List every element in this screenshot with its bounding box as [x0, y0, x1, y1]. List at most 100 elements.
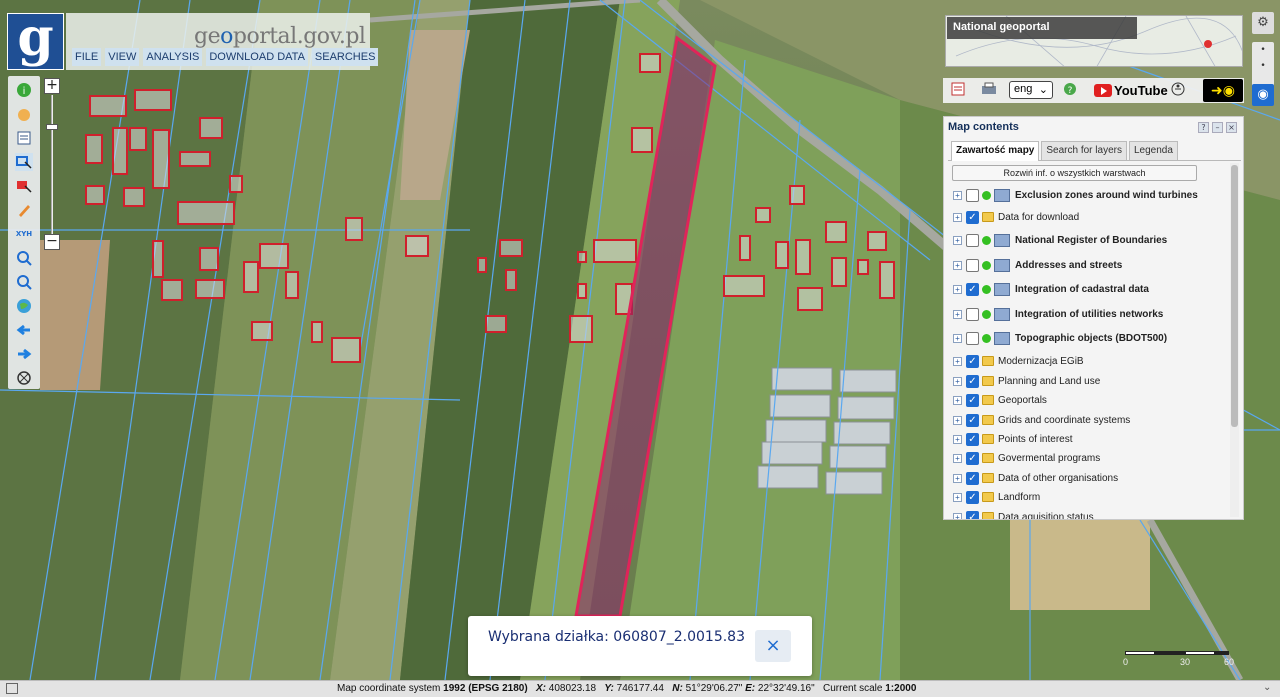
back-arrow-icon[interactable] [15, 321, 33, 339]
scale-segment [1185, 651, 1215, 655]
layer-checkbox[interactable]: ✓ [966, 210, 979, 224]
panel-minimize-button[interactable]: – [1212, 122, 1223, 133]
visibility-eye-icon[interactable]: ◉ [1252, 84, 1274, 106]
accessibility-icon[interactable] [1171, 82, 1185, 99]
expand-layer-icon[interactable]: + [953, 333, 962, 343]
layer-row[interactable]: + ✓ Modernizacja EGiB [953, 352, 1084, 370]
settings-gear-icon[interactable]: ⚙ [1252, 12, 1274, 34]
expand-layer-icon[interactable]: + [953, 260, 962, 270]
layer-checkbox[interactable]: ✓ [966, 471, 979, 485]
forward-arrow-icon[interactable] [15, 345, 33, 363]
layer-row[interactable]: + Topographic objects (BDOT500) [953, 329, 1167, 347]
globe-icon[interactable] [15, 297, 33, 315]
layers-list-icon[interactable] [15, 129, 33, 147]
pencil-icon[interactable] [15, 201, 33, 219]
layer-row[interactable]: + Addresses and streets [953, 256, 1122, 274]
info-icon[interactable]: i [15, 81, 33, 99]
print-list-icon[interactable] [951, 82, 965, 99]
zoom-thumb[interactable] [46, 124, 58, 130]
xyz-icon[interactable]: XYH [15, 225, 33, 243]
layer-checkbox[interactable]: ✓ [966, 354, 979, 368]
layer-row[interactable]: + ✓ Landform [953, 488, 1040, 506]
select-icon[interactable] [15, 153, 33, 171]
expand-layer-icon[interactable]: + [953, 235, 962, 245]
layer-row[interactable]: + ✓ Integration of cadastral data [953, 280, 1149, 298]
menu-analysis[interactable]: ANALYSIS [143, 48, 203, 66]
layer-row[interactable]: + ✓ Planning and Land use [953, 372, 1100, 390]
zoom-plus-button[interactable]: + [44, 78, 60, 94]
layer-checkbox[interactable]: ✓ [966, 510, 979, 519]
layer-row[interactable]: + ✓ Points of interest [953, 430, 1072, 448]
tab-search-layers[interactable]: Search for layers [1041, 141, 1127, 160]
help-icon[interactable]: ? [1063, 82, 1077, 99]
geoportal-logo[interactable]: g [7, 11, 64, 70]
layer-row[interactable]: + ✓ Grids and coordinate systems [953, 411, 1130, 429]
expand-layer-icon[interactable]: + [953, 395, 962, 405]
layer-checkbox[interactable] [966, 188, 979, 202]
layer-checkbox[interactable] [966, 233, 979, 247]
expand-layer-icon[interactable]: + [953, 376, 962, 386]
expand-layer-icon[interactable]: + [953, 212, 962, 222]
expand-layer-icon[interactable]: + [953, 512, 962, 519]
layer-checkbox[interactable]: ✓ [966, 432, 979, 446]
expand-layer-icon[interactable]: + [953, 190, 962, 200]
youtube-link[interactable]: YouTube [1094, 81, 1168, 99]
menu-view[interactable]: VIEW [105, 48, 140, 66]
layer-checkbox[interactable] [966, 307, 979, 321]
expand-layer-icon[interactable]: + [953, 356, 962, 366]
selected-parcel-popup: Wybrana działka: 060807_2.0015.83 × [468, 616, 812, 676]
menu-file[interactable]: FILE [72, 48, 102, 66]
zoom-track[interactable] [51, 95, 53, 235]
panel-help-button[interactable]: ? [1198, 122, 1209, 133]
reset-icon[interactable] [15, 369, 33, 387]
layer-checkbox[interactable] [966, 331, 979, 345]
layer-row[interactable]: + ✓ Geoportals [953, 391, 1047, 409]
layer-checkbox[interactable]: ✓ [966, 413, 979, 427]
layer-row[interactable]: + ✓ Data aquisition status [953, 508, 1094, 519]
layer-scrollbar-thumb[interactable] [1231, 165, 1238, 427]
layer-checkbox[interactable]: ✓ [966, 490, 979, 504]
layer-label: Data aquisition status [998, 511, 1094, 520]
expand-layer-icon[interactable]: + [953, 415, 962, 425]
layer-row[interactable]: + Integration of utilities networks [953, 305, 1163, 323]
panel-title: Map contents [948, 121, 1019, 133]
zoom-out-icon[interactable] [15, 273, 33, 291]
overview-minimap[interactable]: National geoportal [945, 15, 1243, 67]
panel-close-button[interactable]: × [1226, 122, 1237, 133]
status-expand-icon[interactable]: ⌄ [1263, 682, 1271, 693]
expand-layer-icon[interactable]: + [953, 309, 962, 319]
zoom-in-icon[interactable] [15, 249, 33, 267]
status-toggle-icon[interactable] [6, 683, 18, 694]
right-tool-strip: ⚙ • • ◉ [1252, 12, 1274, 108]
high-contrast-button[interactable]: ➜◉ [1203, 79, 1243, 102]
layer-row[interactable]: + ✓ Data of other organisations [953, 469, 1118, 487]
layer-row[interactable]: + National Register of Boundaries [953, 231, 1167, 249]
printer-icon[interactable] [981, 82, 997, 99]
expand-layer-icon[interactable]: + [953, 473, 962, 483]
expand-layer-icon[interactable]: + [953, 434, 962, 444]
pan-hand-icon[interactable] [15, 105, 33, 123]
zoom-slider[interactable]: + − [44, 78, 60, 252]
layer-label: National Register of Boundaries [1015, 234, 1168, 246]
layer-checkbox[interactable]: ✓ [966, 282, 979, 296]
popup-close-button[interactable]: × [755, 630, 791, 662]
select-area-icon[interactable] [15, 177, 33, 195]
expand-all-layers-button[interactable]: Rozwiń inf. o wszystkich warstwach [952, 165, 1197, 181]
layer-checkbox[interactable]: ✓ [966, 374, 979, 388]
layer-checkbox[interactable]: ✓ [966, 451, 979, 465]
main-menu: FILE VIEW ANALYSIS DOWNLOAD DATA SEARCHE… [72, 48, 379, 66]
expand-layer-icon[interactable]: + [953, 284, 962, 294]
layer-checkbox[interactable]: ✓ [966, 393, 979, 407]
menu-searches[interactable]: SEARCHES [311, 48, 379, 66]
tab-legend[interactable]: Legenda [1128, 141, 1178, 160]
layer-checkbox[interactable] [966, 258, 979, 272]
layer-row[interactable]: + Exclusion zones around wind turbines [953, 186, 1198, 204]
tab-map-contents[interactable]: Zawartość mapy [951, 141, 1040, 161]
expand-layer-icon[interactable]: + [953, 453, 962, 463]
zoom-minus-button[interactable]: − [44, 234, 60, 250]
layer-row[interactable]: + ✓ Govermental programs [953, 449, 1100, 467]
language-select[interactable]: eng ⌄ [1009, 81, 1053, 99]
expand-layer-icon[interactable]: + [953, 492, 962, 502]
layer-row[interactable]: + ✓ Data for download [953, 208, 1079, 226]
menu-download-data[interactable]: DOWNLOAD DATA [206, 48, 308, 66]
